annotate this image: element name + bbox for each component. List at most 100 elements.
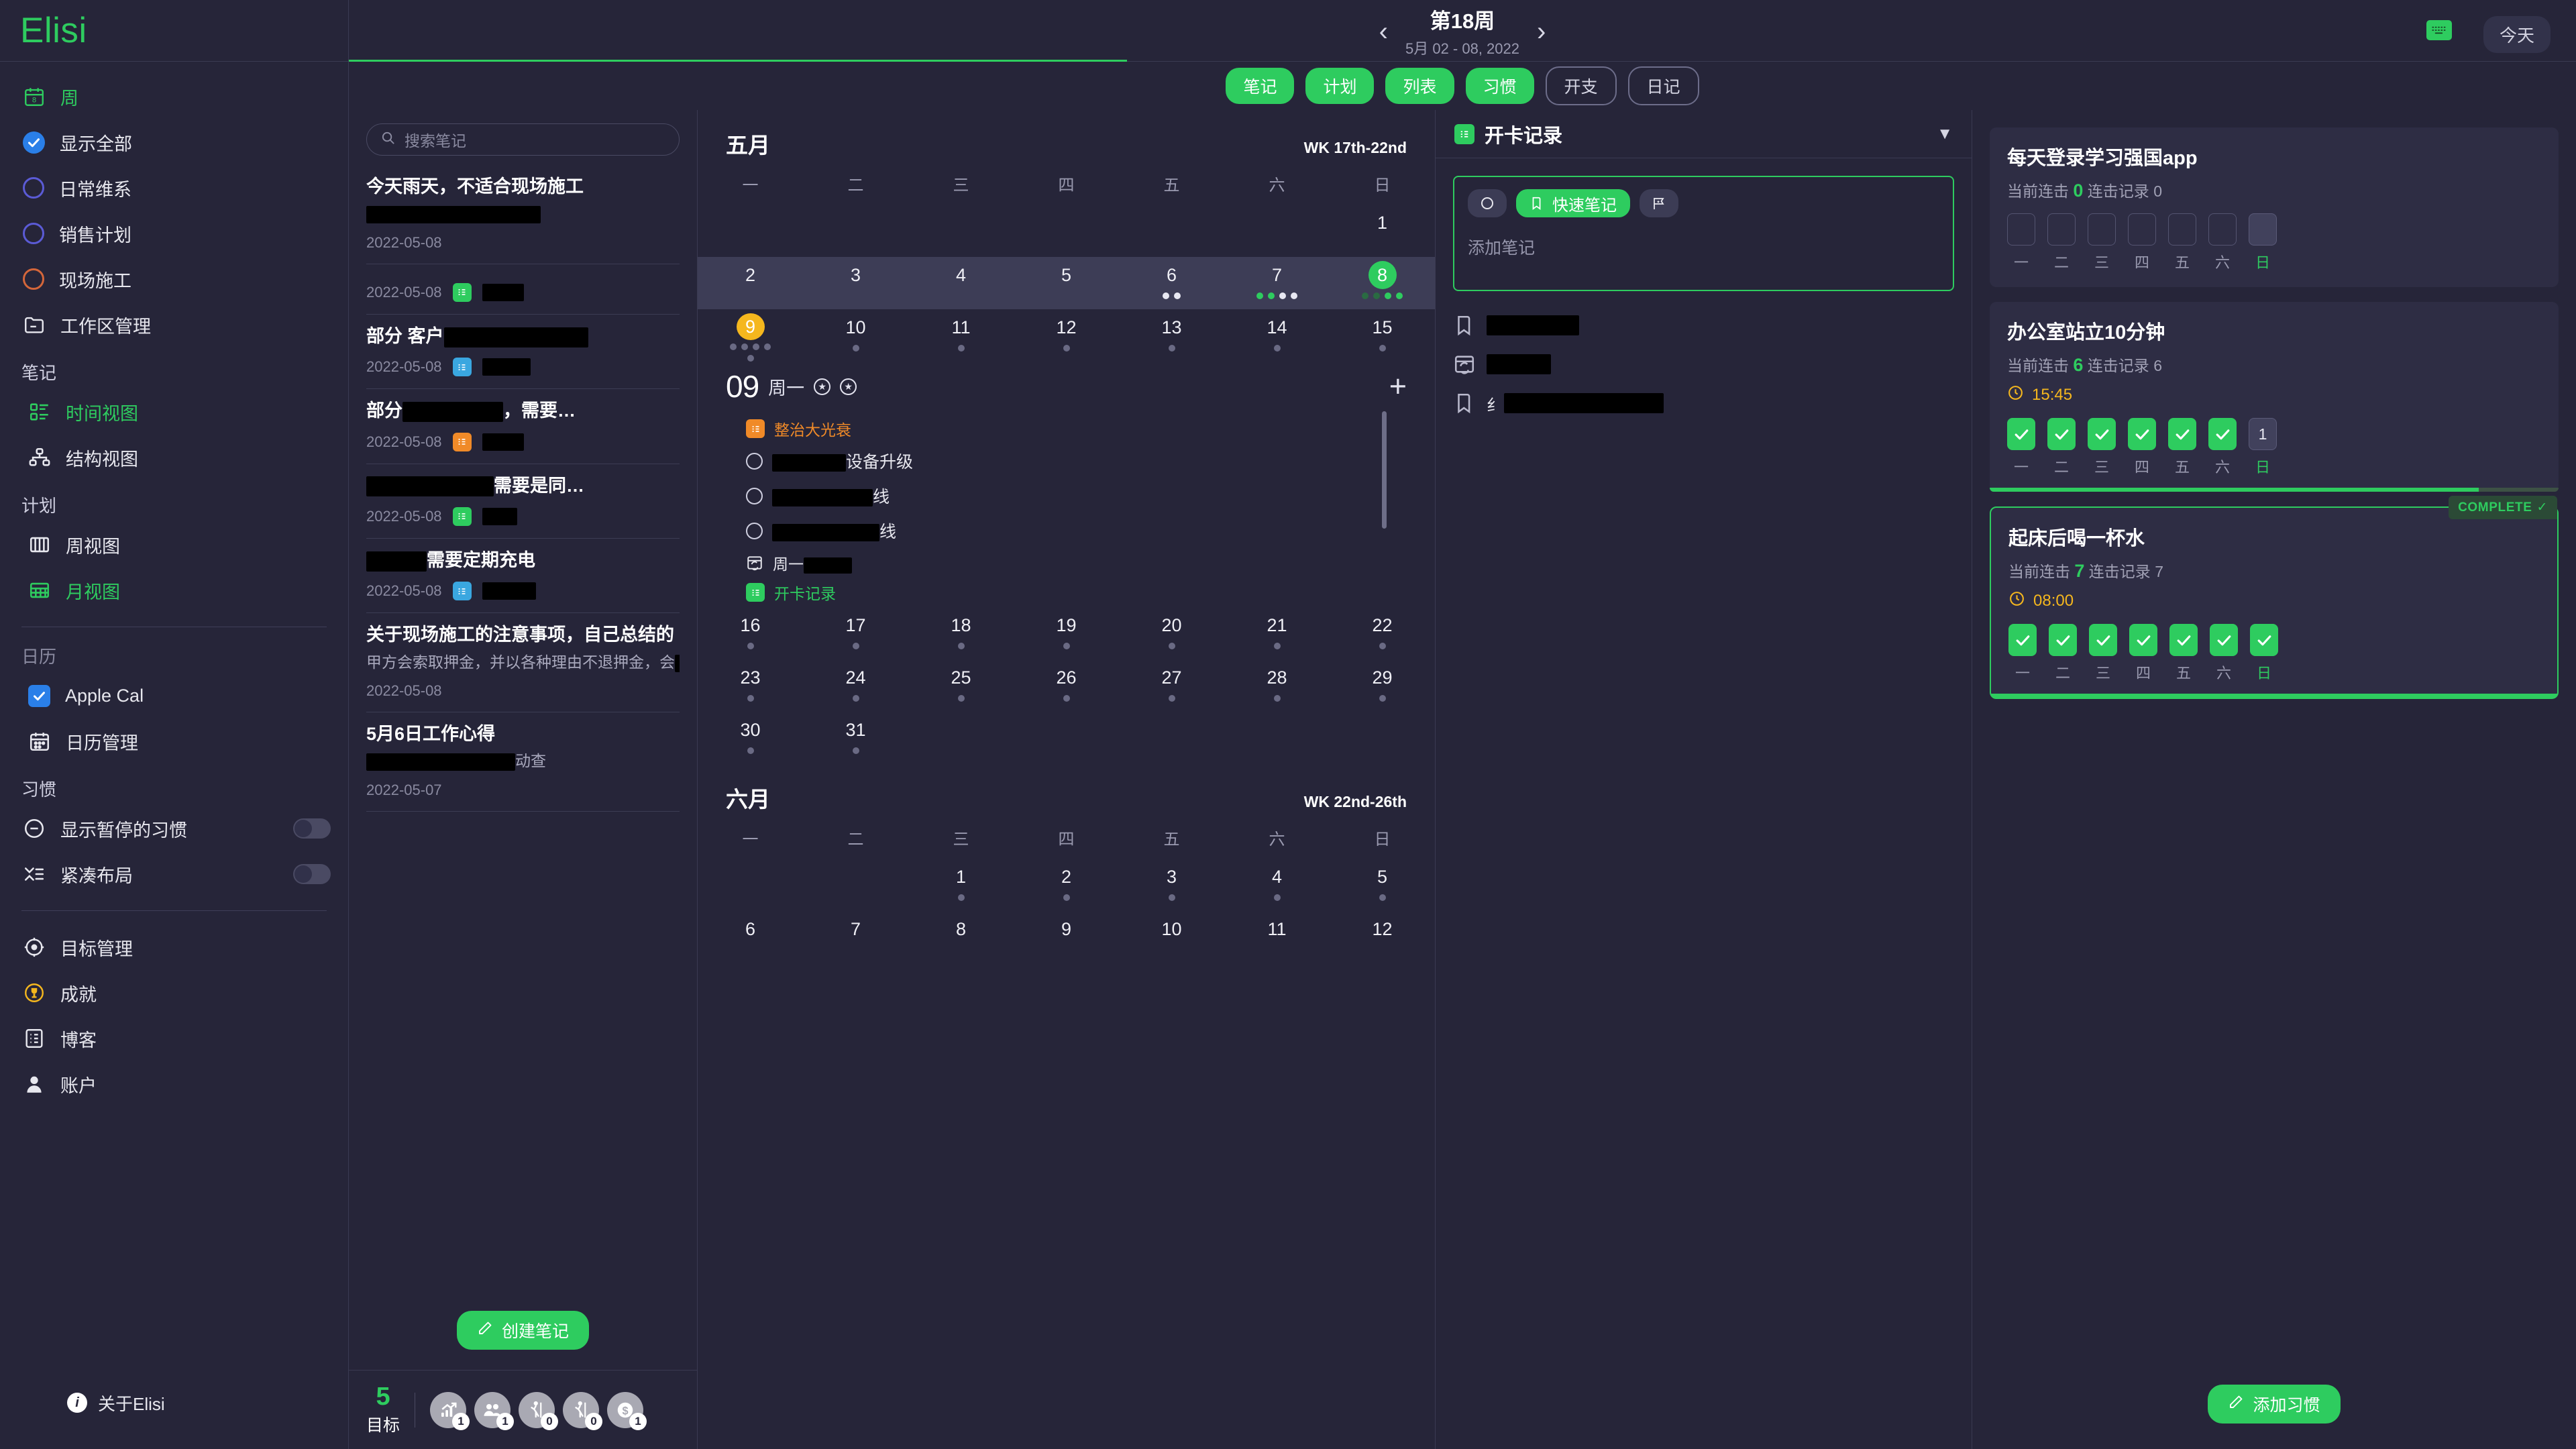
calendar-day-cell[interactable]: 27 xyxy=(1119,659,1224,712)
task-checkbox[interactable] xyxy=(746,452,763,470)
habit-day-box[interactable] xyxy=(2250,624,2278,656)
create-note-button[interactable]: 创建笔记 xyxy=(456,1311,589,1350)
add-habit-button[interactable]: 添加习惯 xyxy=(2208,1385,2341,1424)
habit-day-box[interactable] xyxy=(2168,213,2196,246)
search-input[interactable]: 搜索笔记 xyxy=(366,123,680,156)
habit-day-box[interactable] xyxy=(2089,624,2117,656)
habit-day-box[interactable] xyxy=(2049,624,2077,656)
habit-day-box[interactable] xyxy=(2008,624,2037,656)
calendar-day-cell[interactable]: 19 xyxy=(1014,607,1119,659)
calendar-day-cell[interactable]: 6 xyxy=(1119,257,1224,309)
tab-diary[interactable]: 日记 xyxy=(1627,66,1699,105)
goal-growth-icon[interactable]: 1 xyxy=(430,1391,470,1430)
calendar-day-cell[interactable]: 29 xyxy=(1330,659,1435,712)
calendar-day-cell[interactable]: 25 xyxy=(908,659,1014,712)
day-task-row[interactable]: 线 xyxy=(746,513,1407,548)
habit-day-box[interactable] xyxy=(2168,418,2196,450)
sidebar-item-week-view[interactable]: 周视图 xyxy=(0,522,348,568)
sidebar-item-blog[interactable]: 博客 xyxy=(0,1016,348,1061)
calendar-day-cell[interactable]: 21 xyxy=(1224,607,1330,659)
add-item-button[interactable]: + xyxy=(1389,372,1407,401)
calendar-day-cell[interactable]: 10 xyxy=(1119,911,1224,963)
habit-day-box[interactable] xyxy=(2088,418,2116,450)
calendar-day-cell[interactable]: 14 xyxy=(1224,309,1330,362)
calendar-day-cell[interactable]: 28 xyxy=(1224,659,1330,712)
habit-day-box[interactable]: 1 xyxy=(2249,418,2277,450)
about-elisi-link[interactable]: i 关于Elisi xyxy=(0,1379,348,1426)
sidebar-item-goal-manage[interactable]: 目标管理 xyxy=(0,924,348,970)
milestone-button[interactable] xyxy=(1640,189,1678,217)
sidebar-item-structure-view[interactable]: 结构视图 xyxy=(0,435,348,480)
calendar-day-cell[interactable]: 10 xyxy=(803,309,908,362)
calendar-day-cell[interactable]: 9 xyxy=(1014,911,1119,963)
sidebar-item-month-view[interactable]: 月视图 xyxy=(0,568,348,613)
calendar-day-cell[interactable]: 20 xyxy=(1119,607,1224,659)
habit-day-box[interactable] xyxy=(2007,418,2035,450)
calendar-day-cell[interactable]: 1 xyxy=(908,859,1014,911)
sidebar-item-time-view[interactable]: 时间视图 xyxy=(0,389,348,435)
calendar-day-cell[interactable]: 11 xyxy=(908,309,1014,362)
calendar-day-cell[interactable]: 23 xyxy=(698,659,803,712)
task-type-button[interactable] xyxy=(1468,189,1507,217)
sidebar-item-calendar-manage[interactable]: 日历管理 xyxy=(0,718,348,764)
calendar-day-cell[interactable]: 12 xyxy=(1330,911,1435,963)
habit-day-box[interactable] xyxy=(2047,213,2076,246)
day-repeat-row[interactable]: 周一 xyxy=(746,548,1407,578)
calendar-day-cell[interactable]: 4 xyxy=(908,257,1014,309)
calendar-day-cell[interactable]: 12 xyxy=(1014,309,1119,362)
calendar-day-cell[interactable]: 8 xyxy=(908,911,1014,963)
compact-layout-toggle[interactable] xyxy=(293,864,331,884)
calendar-day-cell[interactable]: 17 xyxy=(803,607,908,659)
quick-note-editor[interactable]: 快速笔记 添加笔记 xyxy=(1453,176,1954,291)
note-list-item[interactable]: 需要是同… 2022-05-08 xyxy=(366,464,680,539)
sidebar-item-achievement[interactable]: 成就 xyxy=(0,970,348,1016)
calendar-day-cell[interactable]: 1 xyxy=(1330,205,1435,257)
note-list-item[interactable]: 今天雨天，不适合现场施工 2022-05-08 xyxy=(366,165,680,264)
checkin-item[interactable] xyxy=(1453,345,1954,384)
calendar-day-cell[interactable]: 5 xyxy=(1330,859,1435,911)
calendar-day-cell[interactable]: 9 xyxy=(698,309,803,362)
checkin-item[interactable] xyxy=(1453,306,1954,345)
tab-habit[interactable]: 习惯 xyxy=(1465,68,1534,104)
calendar-day-cell[interactable]: 2 xyxy=(1014,859,1119,911)
habit-day-box[interactable] xyxy=(2169,624,2198,656)
sidebar-show-paused-habits[interactable]: 显示暂停的习惯 xyxy=(0,806,348,851)
goal-people-icon[interactable]: 1 xyxy=(474,1391,515,1430)
calendar-day-cell[interactable]: 24 xyxy=(803,659,908,712)
note-list-item[interactable]: 关于现场施工的注意事项，自己总结的 甲方会索取押金，并以各种理由不退押金，会 202… xyxy=(366,613,680,712)
goal-dollar-icon[interactable]: $1 xyxy=(607,1391,647,1430)
goal-hiker-icon[interactable]: 0 xyxy=(563,1391,603,1430)
habit-day-box[interactable] xyxy=(2128,213,2156,246)
habit-day-box[interactable] xyxy=(2007,213,2035,246)
day-task-row[interactable]: 线 xyxy=(746,478,1407,513)
habit-card[interactable]: 办公室站立10分钟 当前连击 6 连击记录 6 15:45 一二三四五六 1 日 xyxy=(1990,302,2559,492)
note-list-item[interactable]: 5月6日工作心得 动查 2022-05-07 xyxy=(366,712,680,812)
calendar-day-cell[interactable]: 30 xyxy=(698,712,803,764)
tab-plan[interactable]: 计划 xyxy=(1305,68,1375,104)
sidebar-item-apple-cal[interactable]: Apple Cal xyxy=(0,673,348,718)
sidebar-filter-site[interactable]: 现场施工 xyxy=(0,256,348,302)
calendar-day-cell[interactable]: 6 xyxy=(698,911,803,963)
task-checkbox[interactable] xyxy=(746,487,763,504)
note-list-item[interactable]: 部分 ，需要… 2022-05-08 xyxy=(366,389,680,464)
calendar-day-cell[interactable]: 2 xyxy=(698,257,803,309)
goal-hiker-icon[interactable]: 0 xyxy=(519,1391,559,1430)
calendar-day-cell[interactable]: 8 xyxy=(1330,257,1435,309)
habit-card[interactable]: 每天登录学习强国app 当前连击 0 连击记录 0 一 二 三 四 五 六 日 xyxy=(1990,127,2559,287)
day-tag-orange[interactable]: 整治大光衰 xyxy=(746,414,1407,443)
day-tag-green[interactable]: 开卡记录 xyxy=(746,578,1407,607)
today-button[interactable]: 今天 xyxy=(2483,16,2551,53)
prev-week-button[interactable]: ‹ xyxy=(1379,18,1388,45)
sidebar-item-week[interactable]: 8 周 xyxy=(0,74,348,119)
sidebar-filter-all[interactable]: 显示全部 xyxy=(0,119,348,165)
calendar-day-cell[interactable]: 4 xyxy=(1224,859,1330,911)
calendar-day-cell[interactable]: 31 xyxy=(803,712,908,764)
calendar-day-cell[interactable]: 26 xyxy=(1014,659,1119,712)
calendar-day-cell[interactable]: 11 xyxy=(1224,911,1330,963)
checkin-item[interactable]: 纟 xyxy=(1453,384,1954,423)
calendar-day-cell[interactable]: 15 xyxy=(1330,309,1435,362)
habit-day-box[interactable] xyxy=(2208,418,2237,450)
task-checkbox[interactable] xyxy=(746,522,763,539)
calendar-day-cell[interactable]: 7 xyxy=(803,911,908,963)
habit-day-box[interactable] xyxy=(2129,624,2157,656)
